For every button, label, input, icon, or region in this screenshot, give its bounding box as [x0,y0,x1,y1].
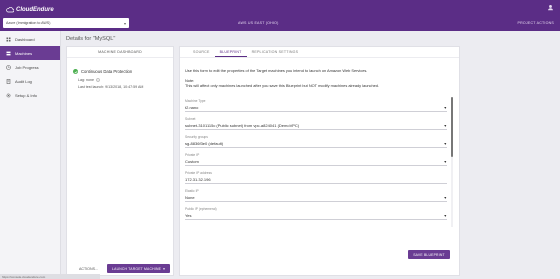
subnet-field: Subnet subnet-3101115c (Public subnet) f… [185,117,447,130]
field-value: Yes [185,213,192,218]
page-title: Details for "MySQL" [66,36,116,42]
blueprint-intro: Use this form to edit the properties of … [185,68,445,89]
elastic-ip-select[interactable]: None ▼ [185,195,447,202]
public-ip-select[interactable]: Yes ▼ [185,213,447,220]
subnet-select[interactable]: subnet-3101115c (Public subnet) from vpc… [185,123,447,130]
field-label: Subnet [185,117,196,121]
save-blueprint-button[interactable]: SAVE BLUEPRINT [408,250,450,259]
sidebar-item-label: Job Progress [15,64,39,70]
tab-replication-settings[interactable]: REPLICATION SETTINGS [247,47,304,57]
field-label: Security groups [185,135,208,139]
tab-blueprint[interactable]: BLUEPRINT [214,47,247,57]
caret-down-icon: ▼ [443,123,447,128]
logo[interactable]: CloudEndure [6,5,54,15]
private-ip-select[interactable]: Custom ▼ [185,159,447,166]
server-icon [6,51,11,56]
region-label: AWS US EAST (OHIO) [238,21,279,25]
clock-icon [6,64,11,70]
status-text: Continuous Data Protection [81,69,133,74]
field-label: Public IP (ephemeral) [185,207,217,211]
launch-target-machine-button[interactable]: LAUNCH TARGET MACHINE ▾ [107,264,170,273]
private-ip-field: Private IP Custom ▼ [185,153,447,166]
chevron-down-icon: ▾ [123,20,126,26]
field-value: t2.nano [185,105,199,110]
project-actions-menu[interactable]: PROJECT ACTIONS [518,21,554,25]
browser-status-bar: https://console.cloudendure.com [0,274,100,279]
blueprint-card: SOURCE BLUEPRINT REPLICATION SETTINGS Us… [179,46,460,276]
machine-type-select[interactable]: t2.nano ▼ [185,105,447,112]
sidebar-item-label: Machines [15,50,33,56]
field-value: 172.31.32.196 [185,177,211,182]
field-value: None [185,195,195,200]
field-value: subnet-3101115c (Public subnet) from vpc… [185,123,300,128]
lag-text: Lag: none [78,78,94,82]
replication-status: Continuous Data Protection [73,69,132,74]
info-icon[interactable] [96,78,100,82]
field-label: Private IP [185,153,200,157]
project-select[interactable]: Azure (Immigration to AWS) ▾ [3,18,129,28]
gear-icon [6,92,11,98]
caret-down-icon: ▼ [443,213,447,218]
cloud-logo-icon [6,7,14,13]
last-launch-info: Last test launch: 9/13/2018, 10:47:59 AM [78,85,144,89]
field-label: Elastic IP [185,189,199,193]
sidebar-item-dashboard[interactable]: Dashboard [0,32,60,46]
caret-down-icon: ▼ [443,195,447,200]
top-bar: CloudEndure Azure (Immigration to AWS) ▾… [0,0,560,31]
project-select-value: Azure (Immigration to AWS) [6,21,51,25]
check-circle-icon [73,69,78,74]
sidebar-item-label: Audit Log [15,78,32,84]
user-icon[interactable] [547,4,554,11]
caret-down-icon: ▼ [443,141,447,146]
actions-label: ACTIONS... [79,267,98,271]
elastic-ip-field: Elastic IP None ▼ [185,189,447,202]
machine-type-field: Machine Type t2.nano ▼ [185,99,447,112]
sidebar-item-job-progress[interactable]: Job Progress [0,60,60,74]
caret-down-icon: ▼ [443,105,447,110]
chevron-down-icon: ▾ [163,266,165,271]
field-label: Machine Type [185,99,206,103]
sidebar-item-label: Setup & Info [15,92,38,98]
lag-info: Lag: none [78,78,100,82]
public-ip-field: Public IP (ephemeral) Yes ▼ [185,207,447,220]
sidebar-item-setup-info[interactable]: Setup & Info [0,88,60,102]
private-ip-address-input[interactable]: 172.31.32.196 [185,177,447,184]
intro-text: Use this form to edit the properties of … [185,68,368,73]
form-scrollbar[interactable] [451,97,453,227]
launch-button-label: LAUNCH TARGET MACHINE [112,266,162,271]
field-label: Private IP address [185,171,212,175]
sidebar-item-machines[interactable]: Machines [0,46,60,60]
document-icon [6,78,11,84]
sidebar: Dashboard Machines Job Progress Audit Lo… [0,31,61,276]
security-groups-select[interactable]: sg-8836f3e0 (default) ▼ [185,141,447,148]
main-content: Details for "MySQL" MACHINE DASHBOARD Co… [61,31,560,276]
security-groups-field: Security groups sg-8836f3e0 (default) ▼ [185,135,447,148]
private-ip-address-field: Private IP address 172.31.32.196 [185,171,447,184]
field-value: sg-8836f3e0 (default) [185,141,224,146]
machine-dashboard-header: MACHINE DASHBOARD [67,47,173,58]
note-text: This will affect only machines launched … [185,83,380,89]
tab-source[interactable]: SOURCE [188,47,215,57]
field-value: Custom [185,159,199,164]
scrollbar-thumb[interactable] [451,97,453,157]
sidebar-item-label: Dashboard [15,36,35,42]
logo-text: CloudEndure [16,7,54,13]
machine-dashboard-card: MACHINE DASHBOARD Continuous Data Protec… [66,46,174,276]
caret-down-icon: ▼ [443,159,447,164]
tab-bar: SOURCE BLUEPRINT REPLICATION SETTINGS [180,47,459,58]
dashboard-icon [6,37,11,42]
sidebar-item-audit-log[interactable]: Audit Log [0,74,60,88]
